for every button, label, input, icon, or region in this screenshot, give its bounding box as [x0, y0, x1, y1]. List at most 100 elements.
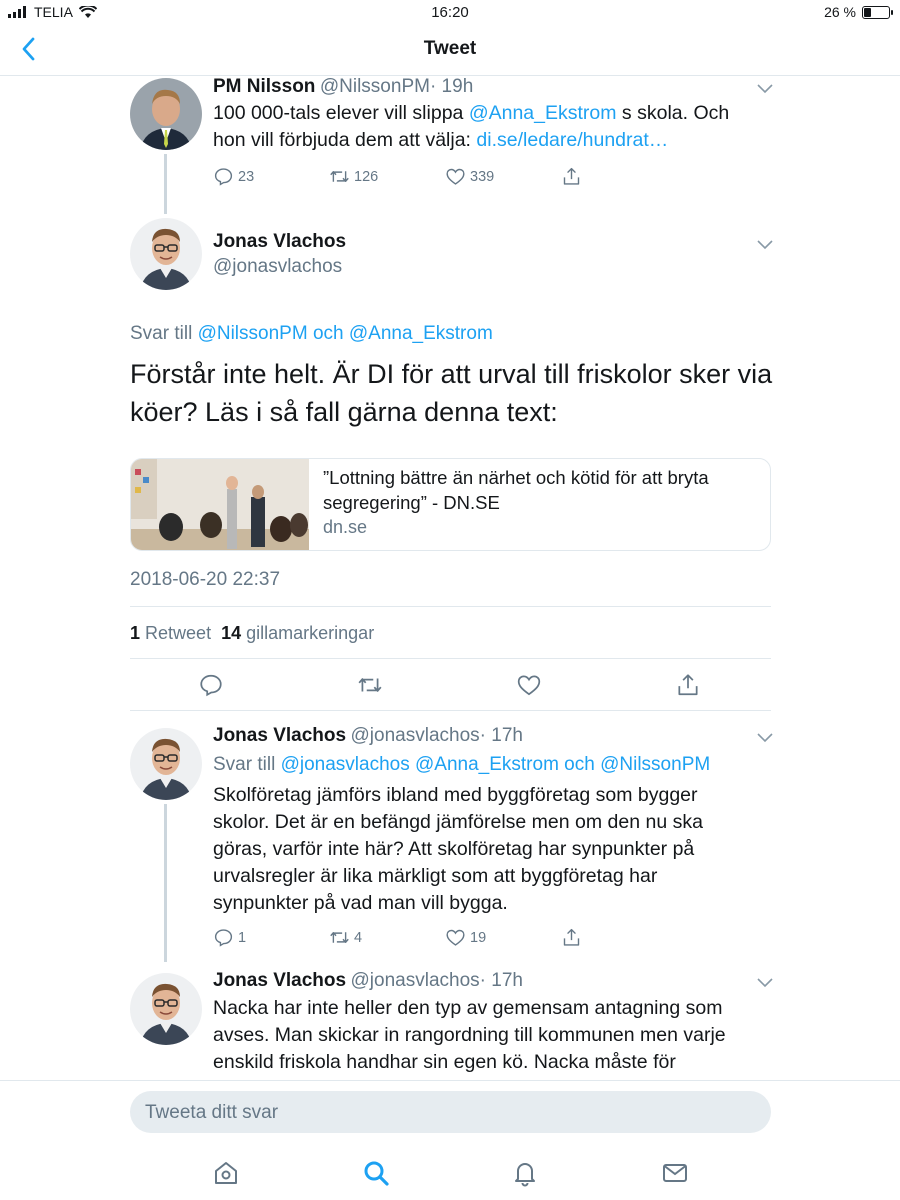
- tweet-time: · 17h: [479, 970, 523, 991]
- like-icon: [446, 168, 465, 185]
- reply-button[interactable]: 23: [213, 166, 254, 187]
- text-line: skolor. Det är en befängd jämförelse men…: [213, 811, 703, 833]
- clock: 16:20: [431, 4, 469, 21]
- avatar[interactable]: [130, 973, 202, 1045]
- reply-icon[interactable]: [198, 672, 224, 698]
- likes-stat[interactable]: 14 gillamarkeringar: [221, 623, 374, 643]
- divider: [130, 658, 771, 659]
- author-handle[interactable]: @jonasvlachos: [351, 725, 480, 746]
- like-icon: [446, 929, 465, 946]
- like-icon[interactable]: [516, 672, 542, 698]
- search-icon[interactable]: [362, 1159, 390, 1187]
- mention-link[interactable]: @Anna_Ekstrom: [415, 754, 559, 775]
- retweet-count: 4: [354, 929, 363, 946]
- reply-button[interactable]: 1: [213, 927, 246, 948]
- mention-link[interactable]: @NilssonPM: [600, 754, 710, 775]
- url-link[interactable]: di.se/ledare/hundrat…: [476, 129, 668, 151]
- retweet-icon: [330, 931, 349, 944]
- messages-icon[interactable]: [661, 1159, 689, 1187]
- like-button[interactable]: 19: [445, 927, 486, 948]
- reply-input[interactable]: Tweeta ditt svar: [130, 1091, 771, 1133]
- chevron-down-icon[interactable]: [757, 84, 773, 94]
- status-right: 26 %: [824, 4, 893, 20]
- like-count: 19: [470, 929, 487, 946]
- tweet-text: Nacka har inte heller den typ av gemensa…: [213, 995, 783, 1076]
- author-name-text: Jonas Vlachos: [213, 231, 347, 252]
- tweet-time: · 17h: [479, 725, 523, 746]
- retweets-stat[interactable]: 1 Retweet: [130, 623, 211, 643]
- battery-icon: [862, 5, 893, 19]
- share-button[interactable]: [561, 166, 582, 187]
- avatar[interactable]: [130, 78, 202, 150]
- tweet-text: Förstår inte helt. Är DI för att urval t…: [130, 355, 830, 431]
- author-name[interactable]: Jonas Vlachos: [213, 231, 346, 253]
- retweet-count: 1: [130, 623, 141, 643]
- text-line: köer? Läs i så fall gärna denna text:: [130, 397, 558, 427]
- text-segment: 100 000-tals elever vill slippa: [213, 102, 469, 124]
- mention-link[interactable]: @NilssonPM: [198, 323, 308, 344]
- tweet-timestamp: 2018-06-20 22:37: [130, 569, 281, 590]
- reply-count: 23: [238, 168, 255, 185]
- text-line: Nacka har inte heller den typ av gemensa…: [213, 997, 723, 1019]
- retweet-count: 126: [354, 168, 379, 185]
- link-card[interactable]: ”Lottning bättre än närhet och kötid för…: [130, 458, 771, 551]
- author-name[interactable]: Jonas Vlachos: [213, 970, 346, 991]
- text-line: avses. Man skickar in rangordning till k…: [213, 1024, 726, 1046]
- like-count: 14: [221, 623, 242, 643]
- author-handle[interactable]: @NilssonPM: [320, 76, 430, 97]
- mention-link[interactable]: @Anna_Ekstrom: [469, 102, 617, 124]
- text-segment: hon vill förbjuda dem att välja:: [213, 129, 477, 151]
- thread-line: [164, 154, 167, 214]
- mention-link[interactable]: @jonasvlachos: [281, 754, 410, 775]
- reply-icon: [214, 168, 233, 186]
- retweet-button[interactable]: 126: [329, 166, 378, 187]
- tweet-header: Jonas Vlachos @jonasvlachos· 17h: [213, 970, 523, 992]
- author-name[interactable]: Jonas Vlachos: [213, 725, 346, 746]
- author-handle[interactable]: @jonasvlachos: [213, 256, 342, 278]
- card-title: ”Lottning bättre än närhet och kötid för…: [323, 467, 709, 513]
- retweet-icon[interactable]: [357, 672, 383, 698]
- text-line: synpunkter på vad man vill bygga.: [213, 892, 508, 914]
- home-icon[interactable]: [212, 1159, 240, 1187]
- like-count: 339: [470, 168, 495, 185]
- avatar[interactable]: [130, 218, 202, 290]
- author-handle[interactable]: @jonasvlachos: [351, 970, 480, 991]
- author-name[interactable]: PM Nilsson: [213, 76, 315, 97]
- page-title: Tweet: [423, 38, 477, 59]
- avatar[interactable]: [130, 728, 202, 800]
- reply-to: Svar till @NilssonPM och @Anna_Ekstrom: [130, 323, 493, 345]
- main-tweet-actions: [130, 672, 771, 698]
- share-icon: [563, 167, 580, 185]
- tweet-header: Jonas Vlachos @jonasvlachos· 17h: [213, 725, 523, 747]
- chevron-down-icon[interactable]: [757, 240, 773, 250]
- mention-link[interactable]: @Anna_Ekstrom: [349, 323, 493, 344]
- share-icon[interactable]: [675, 672, 701, 698]
- text-line: Förstår inte helt. Är DI för att urval t…: [130, 359, 773, 389]
- card-domain: dn.se: [323, 517, 368, 537]
- chevron-down-icon[interactable]: [757, 733, 773, 743]
- share-icon: [563, 928, 580, 946]
- retweet-label: Retweet: [145, 623, 212, 643]
- text-line: enskild friskola handhar sin egen kö. Na…: [213, 1051, 676, 1073]
- divider: [130, 710, 771, 711]
- engagement-stats: 1 Retweet 14 gillamarkeringar: [130, 623, 374, 644]
- reply-count: 1: [238, 929, 247, 946]
- retweet-icon: [330, 170, 349, 183]
- like-button[interactable]: 339: [445, 166, 494, 187]
- reply-to: Svar till @jonasvlachos @Anna_Ekstrom oc…: [213, 754, 710, 776]
- share-button[interactable]: [561, 927, 582, 948]
- nav-bar: Tweet: [0, 26, 900, 76]
- tweet-text: 100 000-tals elever vill slippa @Anna_Ek…: [213, 100, 773, 154]
- chevron-down-icon[interactable]: [757, 978, 773, 988]
- thread-line: [164, 804, 167, 962]
- text-line: Skolföretag jämförs ibland med byggföret…: [213, 784, 698, 806]
- card-thumbnail: [131, 459, 309, 550]
- reply-to-and: och: [307, 323, 349, 344]
- retweet-button[interactable]: 4: [329, 927, 362, 948]
- status-bar: TELIA 16:20 26 %: [0, 0, 900, 26]
- like-label: gillamarkeringar: [246, 623, 375, 643]
- notifications-icon[interactable]: [511, 1159, 539, 1187]
- battery-fill: [864, 7, 871, 17]
- divider: [130, 606, 771, 607]
- reply-to-and: och: [558, 754, 601, 775]
